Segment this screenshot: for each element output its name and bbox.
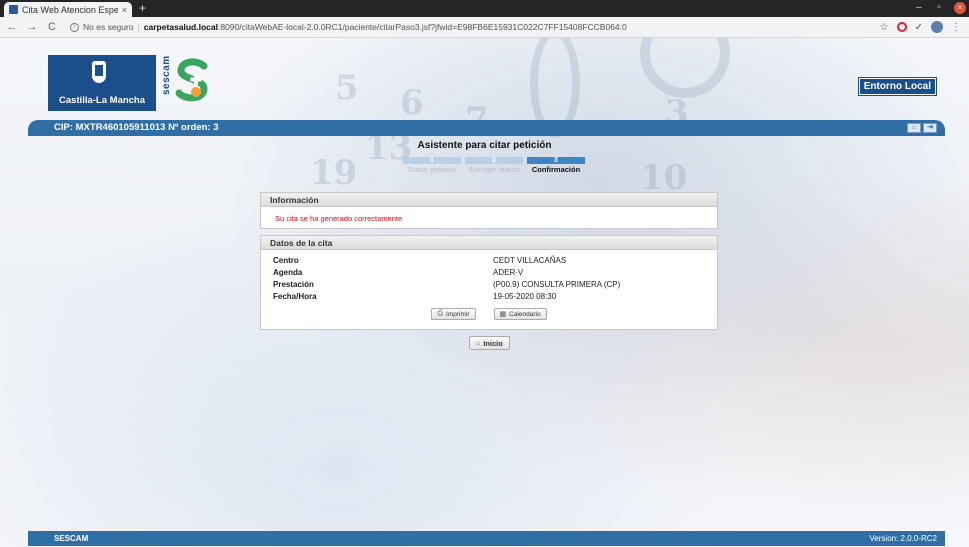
bookmark-star-icon[interactable]: ☆: [880, 22, 889, 33]
step-label: Escoger hueco: [468, 165, 520, 174]
opera-icon[interactable]: [896, 22, 907, 32]
crest-icon: [92, 61, 106, 83]
appointment-actions: ⎙ Imprimir ▦ Calendario: [261, 308, 717, 320]
home-button-label: Inicio: [483, 338, 503, 348]
step-label: Confirmación: [531, 165, 581, 174]
centro-value: CEDT VILLACAÑAS: [493, 256, 567, 265]
wizard-steps: 1 Datos petición 2 Escoger hueco 3 Confi…: [403, 157, 585, 174]
fecha-hora-label: Fecha/Hora: [273, 292, 317, 301]
print-button[interactable]: ⎙ Imprimir: [431, 308, 476, 320]
profile-avatar-icon[interactable]: [931, 21, 943, 33]
environment-button[interactable]: Entorno Local: [858, 78, 936, 95]
tab-title: Cita Web Atencion Espec: [22, 4, 118, 15]
browser-tab[interactable]: Cita Web Atencion Espec ×: [4, 2, 132, 17]
step-number: 1: [403, 157, 461, 164]
bg-decoration: [640, 38, 730, 98]
info-icon[interactable]: i: [70, 22, 79, 32]
patient-cip: CIP: MXTR460105911013 Nº orden: 3: [54, 122, 219, 133]
printer-icon: ⎙: [437, 310, 444, 317]
calendar-button-label: Calendario: [509, 310, 541, 318]
home-icon[interactable]: ⌂: [907, 123, 921, 133]
wizard-title: Asistente para citar petición: [417, 140, 552, 151]
maximize-button[interactable]: ▫: [931, 1, 947, 15]
centro-label: Centro: [273, 256, 299, 265]
browser-toolbar: ← → C i No es seguro | carpetasalud.loca…: [0, 17, 969, 38]
page-background: 5 6 7 3 19 13 10 Castilla-La Mancha sesc…: [0, 38, 969, 547]
bg-decoration: 6: [400, 83, 424, 123]
tab-close-icon[interactable]: ×: [122, 5, 127, 15]
url-separator: |: [137, 22, 140, 32]
sescam-logo: sescam: [160, 55, 216, 111]
url-path: :8090/citaWebAE-local-2.0.0RC1/paciente/…: [217, 22, 627, 32]
new-tab-button[interactable]: +: [139, 1, 146, 15]
home-icon: ⌂: [476, 339, 481, 347]
footer-bar: SESCAM Version: 2.0.0-RC2: [28, 531, 945, 546]
calendar-icon: ▦: [499, 311, 507, 318]
agenda-value: ADER-V: [493, 268, 524, 277]
step-confirmacion: 3 Confirmación: [527, 157, 585, 174]
bg-decoration: 19: [310, 153, 358, 193]
security-label: No es seguro: [83, 22, 134, 32]
logout-icon[interactable]: ⇥: [923, 123, 937, 133]
appointment-details: Centro CEDT VILLACAÑAS Agenda ADER-V Pre…: [261, 250, 717, 302]
appointment-panel-title: Datos de la cita: [261, 236, 717, 250]
address-bar[interactable]: i No es seguro | carpetasalud.local:8090…: [70, 22, 880, 32]
forward-button[interactable]: →: [24, 21, 40, 33]
appointment-panel: Datos de la cita Centro CEDT VILLACAÑAS …: [260, 235, 718, 330]
agenda-label: Agenda: [273, 268, 303, 277]
success-message: Su cita se ha generado correctamente: [275, 214, 403, 223]
back-button[interactable]: ←: [4, 21, 20, 33]
castilla-la-mancha-logo: Castilla-La Mancha: [48, 55, 156, 111]
url-host: carpetasalud.local: [143, 22, 218, 32]
print-button-label: Imprimir: [446, 310, 470, 318]
version-label: Version: 2.0.0-RC2: [869, 534, 937, 543]
reload-button[interactable]: C: [44, 21, 60, 33]
patient-bar: CIP: MXTR460105911013 Nº orden: 3 ⌂ ⇥: [28, 120, 945, 136]
step-escoger-hueco: 2 Escoger hueco: [465, 157, 523, 174]
step-number: 2: [465, 157, 523, 164]
window-close-button[interactable]: ×: [954, 2, 966, 14]
footer-brand: SESCAM: [54, 534, 89, 543]
step-label: Datos petición: [408, 165, 456, 174]
info-panel: Información Su cita se ha generado corre…: [260, 192, 718, 229]
browser-menu-icon[interactable]: ⋮: [951, 22, 961, 33]
sescam-s-icon: [175, 58, 208, 102]
prestacion-value: (P00.9) CONSULTA PRIMERA (CP): [493, 280, 621, 289]
prestacion-label: Prestación: [273, 280, 314, 289]
step-number: 3: [527, 157, 585, 164]
step-datos-peticion: 1 Datos petición: [403, 157, 461, 174]
home-button[interactable]: ⌂ Inicio: [469, 336, 510, 350]
minimize-button[interactable]: –: [911, 1, 927, 15]
bg-decoration: 5: [335, 68, 359, 108]
extension-icon[interactable]: ✓: [915, 22, 923, 33]
region-logo-text: Castilla-La Mancha: [58, 95, 146, 106]
browser-tab-bar: Cita Web Atencion Espec × + – ▫ ×: [0, 0, 969, 17]
fecha-hora-value: 19-05-2020 08:30: [493, 292, 557, 301]
sescam-logo-text: sescam: [161, 55, 172, 95]
info-panel-title: Información: [261, 193, 717, 207]
calendar-button[interactable]: ▦ Calendario: [493, 308, 547, 320]
favicon-icon: [9, 5, 18, 14]
